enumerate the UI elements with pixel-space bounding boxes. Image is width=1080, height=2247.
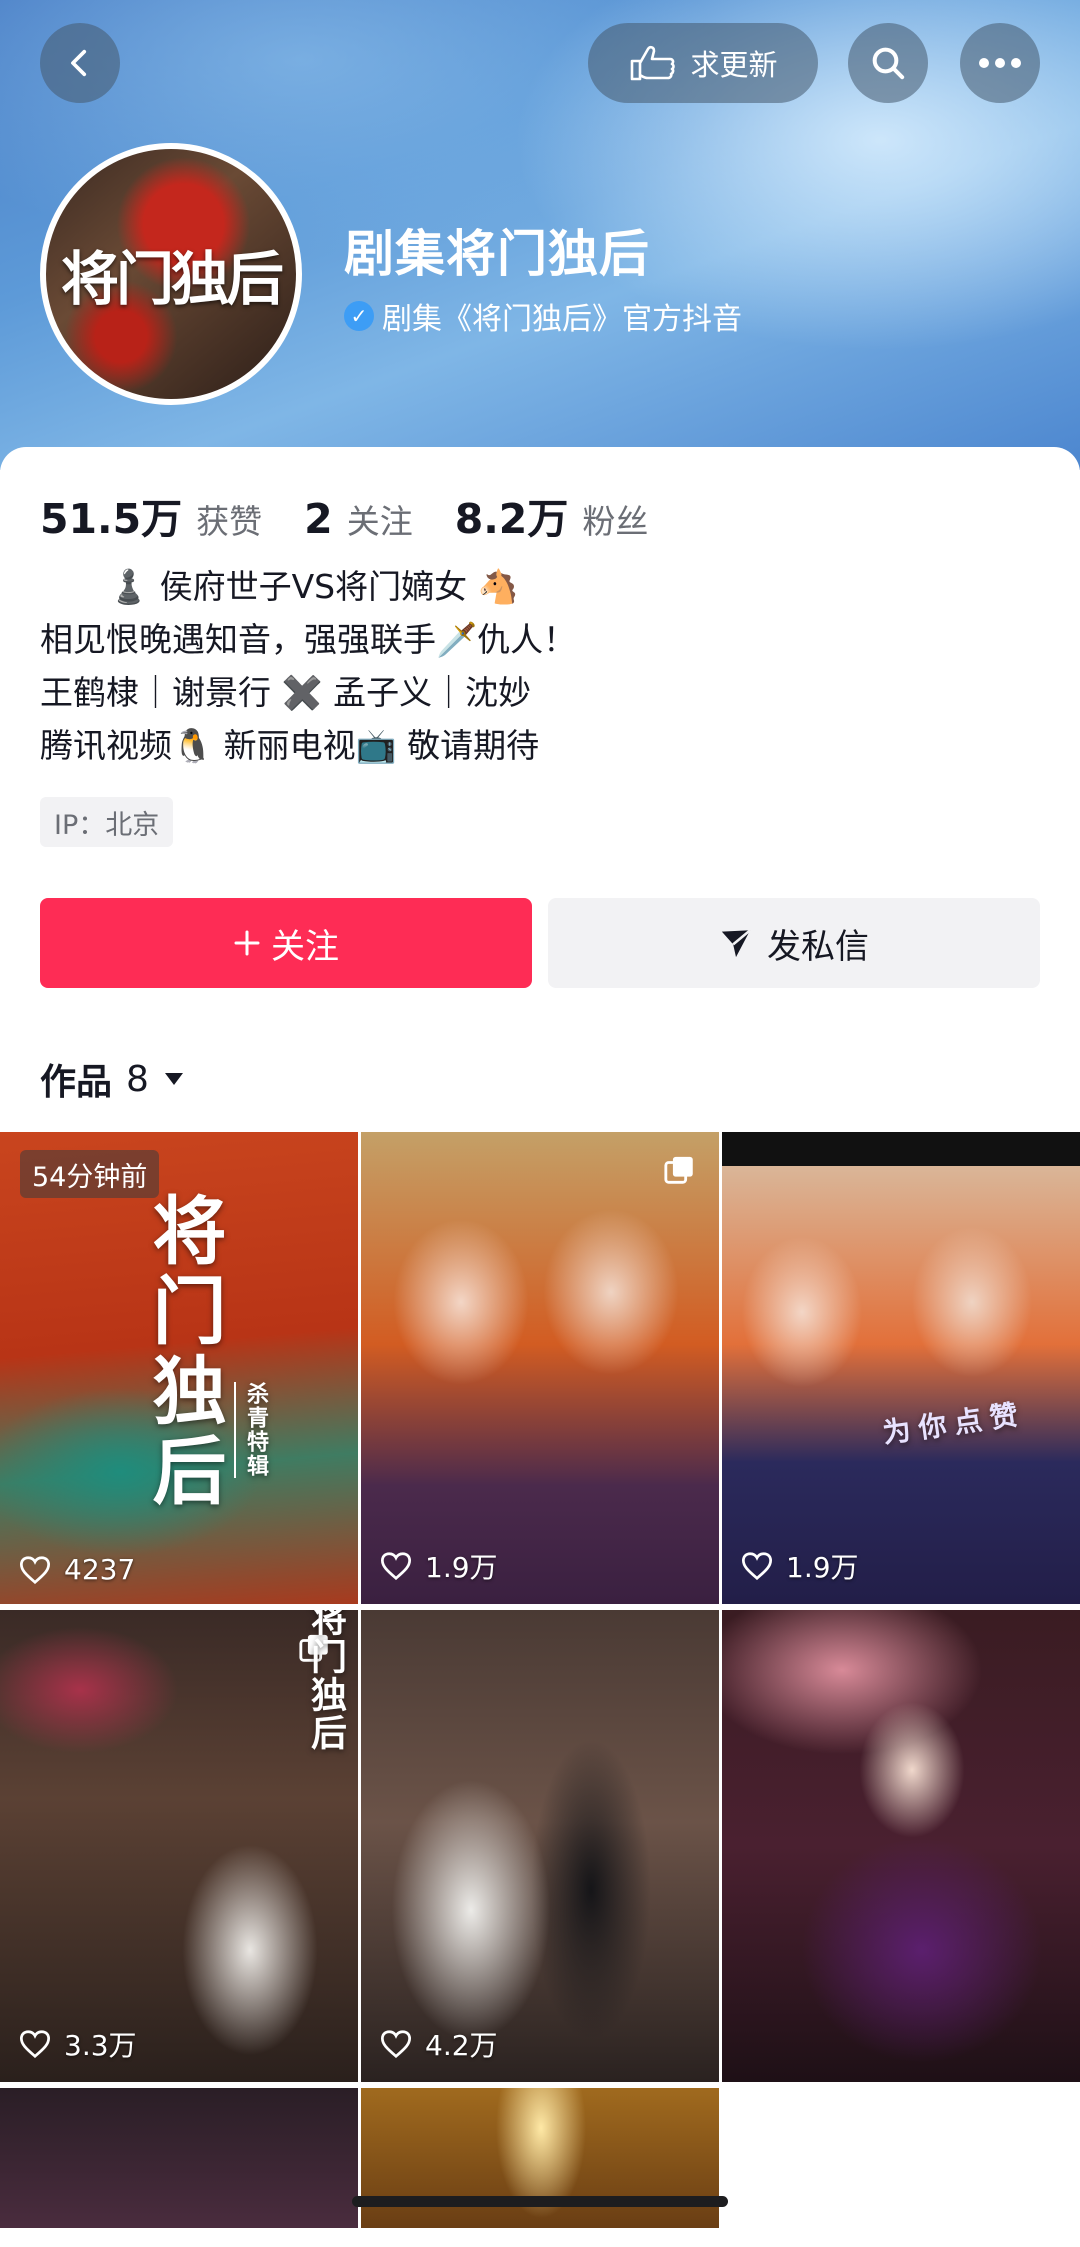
like-count-row: 4.2万 [379, 2024, 498, 2064]
like-count: 4237 [64, 1553, 136, 1586]
request-update-label: 求更新 [690, 48, 778, 82]
collection-icon [664, 1156, 693, 1184]
tile-poster-subtitle: 杀青特辑 [234, 1382, 272, 1478]
video-tile[interactable]: 1.9万 [361, 1132, 719, 1604]
account-name: 剧集将门独后 [344, 225, 650, 283]
like-count: 1.9万 [425, 1551, 498, 1584]
verification-text: 剧集《将门独后》官方抖音 [382, 302, 742, 337]
followers-label[interactable]: 粉丝 [582, 495, 648, 543]
bio-line: 王鹤棣｜谢景行 ✖️ 孟子义｜沈妙 [40, 673, 532, 712]
heart-icon [741, 1552, 773, 1581]
search-icon [872, 47, 905, 80]
verified-badge-icon: ✓ [344, 301, 374, 331]
works-label: 作品 [40, 1062, 113, 1103]
follow-button[interactable]: 关注 [40, 898, 532, 988]
video-tile[interactable]: 将门独后 3.3万 [0, 1610, 358, 2082]
avatar[interactable]: 将门独后 [40, 143, 302, 405]
following-count[interactable]: 2 [304, 495, 333, 543]
video-tile[interactable]: 4.2万 [361, 1610, 719, 2082]
back-button[interactable] [40, 23, 120, 103]
like-count: 1.9万 [786, 1551, 859, 1584]
chevron-left-icon [71, 49, 87, 77]
home-indicator[interactable] [352, 2196, 728, 2207]
ip-location-tag: IP：北京 [40, 797, 174, 847]
send-icon [721, 929, 751, 958]
like-count-row: 1.9万 [740, 1546, 859, 1586]
caret-down-icon [164, 1073, 183, 1085]
like-count-row: 4237 [18, 1553, 135, 1586]
video-tile[interactable] [361, 2088, 719, 2228]
send-message-button[interactable]: 发私信 [548, 898, 1040, 988]
heart-icon [380, 2030, 412, 2059]
bio: ♟️ 侯府世子VS将门嫡女 🐴 相见恨晚遇知音，强强联手🗡️仇人！ 王鹤棣｜谢景… [40, 560, 576, 772]
search-button[interactable] [848, 23, 928, 103]
bio-line: 相见恨晚遇知音，强强联手🗡️仇人！ [40, 620, 577, 659]
video-tile[interactable]: 为你点赞 1.9万 [722, 1132, 1080, 1604]
follow-label: 关注 [271, 926, 339, 967]
video-tile[interactable] [722, 1610, 1080, 2082]
works-tab[interactable]: 作品 8 [40, 1053, 185, 1105]
video-tile[interactable] [0, 2088, 358, 2228]
tile-overlay-text: 为你点赞 [880, 1397, 1028, 1450]
likes-count: 51.5万 [40, 495, 183, 543]
heart-icon [19, 1555, 51, 1584]
bio-line: ♟️ 侯府世子VS将门嫡女 🐴 [108, 567, 519, 606]
tile-poster-title: 将门独后 [305, 1610, 347, 1752]
tile-poster-title: 将门独后 [140, 1192, 226, 1512]
works-count: 8 [126, 1058, 149, 1100]
avatar-logo-text: 将门独后 [60, 245, 284, 313]
like-count: 3.3万 [64, 2029, 137, 2062]
pointing-hand-icon [631, 45, 676, 81]
request-update-button[interactable]: 求更新 [588, 23, 818, 103]
send-message-label: 发私信 [767, 926, 869, 967]
more-dots-icon [979, 58, 1021, 68]
like-count: 4.2万 [425, 2029, 498, 2062]
like-count-row: 3.3万 [18, 2024, 137, 2064]
bio-line: 腾讯视频🐧 新丽电视📺 敬请期待 [40, 726, 540, 765]
verification-row: ✓ 剧集《将门独后》官方抖音 [344, 294, 742, 338]
video-tile[interactable]: 54分钟前 将门独后 杀青特辑 4237 [0, 1132, 358, 1604]
likes-label: 获赞 [196, 502, 263, 541]
more-options-button[interactable] [960, 23, 1040, 103]
heart-icon [19, 2030, 51, 2059]
following-label[interactable]: 关注 [347, 495, 413, 543]
like-count-row: 1.9万 [379, 1546, 498, 1586]
plus-icon [234, 930, 260, 956]
post-time-badge: 54分钟前 [20, 1150, 160, 1198]
profile-stats: 51.5万 获赞 2 关注 8.2万 粉丝 [40, 485, 690, 545]
followers-count[interactable]: 8.2万 [455, 485, 569, 545]
heart-icon [380, 1552, 412, 1581]
